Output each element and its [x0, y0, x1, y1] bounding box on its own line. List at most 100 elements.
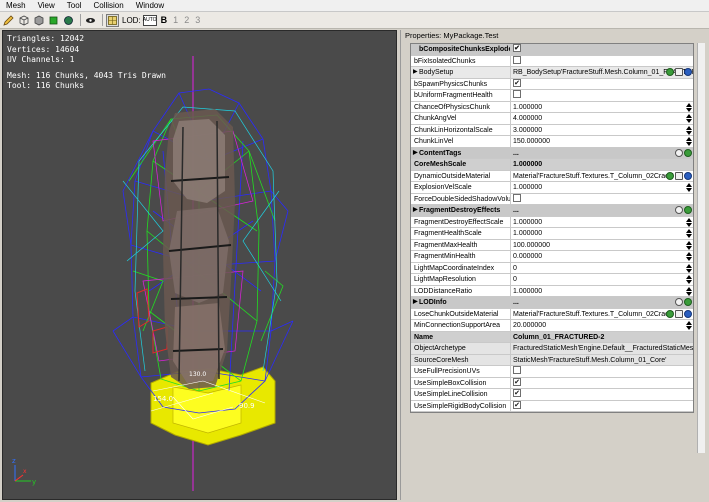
- use-selected-icon[interactable]: [666, 309, 674, 318]
- unchecked-checkbox[interactable]: [513, 90, 521, 99]
- property-value[interactable]: 0.000000: [511, 251, 693, 262]
- find-icon[interactable]: [684, 171, 692, 180]
- property-value[interactable]: ✔: [511, 377, 693, 389]
- clear-icon[interactable]: [675, 298, 683, 306]
- property-value[interactable]: 20.000000: [511, 320, 693, 331]
- checked-checkbox[interactable]: ✔: [513, 377, 521, 386]
- browse-icon[interactable]: [675, 68, 683, 76]
- spinner-arrows-icon[interactable]: [686, 286, 692, 296]
- property-value[interactable]: ...: [511, 148, 693, 159]
- property-value[interactable]: [511, 366, 693, 377]
- lod-base-button[interactable]: B: [161, 15, 168, 25]
- checked-checkbox[interactable]: ✔: [513, 400, 521, 409]
- property-value[interactable]: 1.000000: [511, 102, 693, 113]
- find-icon[interactable]: [684, 68, 692, 76]
- spinner-arrows-icon[interactable]: [686, 252, 692, 261]
- expand-arrow-icon[interactable]: ▶: [413, 205, 418, 216]
- use-selected-icon[interactable]: [666, 171, 674, 180]
- properties-scrollbar[interactable]: [697, 43, 705, 453]
- property-value[interactable]: [511, 55, 693, 67]
- unchecked-checkbox[interactable]: [513, 55, 521, 64]
- property-row[interactable]: LoseChunkOutsideMaterial Material'Fractur…: [411, 308, 693, 320]
- spinner-arrows-icon[interactable]: [686, 137, 692, 146]
- lod-auto-button[interactable]: AUTO: [142, 14, 157, 26]
- unchecked-checkbox[interactable]: [513, 366, 521, 375]
- lod-3-button[interactable]: 3: [195, 15, 200, 25]
- checked-checkbox[interactable]: ✔: [513, 44, 521, 53]
- find-icon[interactable]: [684, 309, 692, 318]
- property-value[interactable]: 1.000000: [511, 228, 693, 239]
- property-row[interactable]: FragmentMinHealth 0.000000: [411, 251, 693, 263]
- property-row[interactable]: bSpawnPhysicsChunks ✔: [411, 78, 693, 90]
- property-row[interactable]: ChunkLinVel 150.000000: [411, 136, 693, 148]
- property-value[interactable]: Material'FractureStuff.Textures.T_Column…: [511, 309, 693, 320]
- menu-collision[interactable]: Collision: [87, 0, 129, 12]
- property-value[interactable]: 4.000000: [511, 113, 693, 124]
- property-row[interactable]: ObjectArchetype FracturedStaticMesh'Engin…: [411, 343, 693, 355]
- property-value[interactable]: RB_BodySetup'FractureStuff.Mesh.Column_0…: [511, 67, 693, 78]
- property-value[interactable]: 1.000000: [511, 182, 693, 193]
- pencil-icon[interactable]: [2, 14, 15, 27]
- spinner-arrows-icon[interactable]: [686, 321, 692, 330]
- mesh-viewport[interactable]: 154.0 90.9 130.0 z y x Triangles: 12042 …: [2, 30, 397, 500]
- property-row[interactable]: ▶ LODInfo...: [411, 297, 693, 309]
- spinner-arrows-icon[interactable]: [686, 240, 692, 250]
- sphere-icon[interactable]: [62, 14, 75, 27]
- property-row[interactable]: ▶ BodySetup RB_BodySetup'FractureStuff.Mes…: [411, 67, 693, 79]
- property-value[interactable]: 1.000000: [511, 286, 693, 297]
- property-row[interactable]: FragmentDestroyEffectScale 1.000000: [411, 216, 693, 228]
- add-icon[interactable]: [684, 148, 692, 157]
- property-value[interactable]: [511, 90, 693, 101]
- property-row[interactable]: UseFullPrecisionUVs: [411, 366, 693, 378]
- property-value[interactable]: ...: [511, 205, 693, 216]
- property-value[interactable]: 150.000000: [511, 136, 693, 147]
- expand-arrow-icon[interactable]: ▶: [413, 67, 418, 78]
- property-row[interactable]: ▶ FragmentDestroyEffects...: [411, 205, 693, 217]
- property-row[interactable]: bFixIsolatedChunks: [411, 55, 693, 67]
- checked-checkbox[interactable]: ✔: [513, 389, 521, 398]
- property-value[interactable]: ...: [511, 297, 693, 308]
- property-row[interactable]: ExplosionVelScale 1.000000: [411, 182, 693, 194]
- lod-2-button[interactable]: 2: [184, 15, 189, 25]
- property-value[interactable]: [511, 193, 693, 205]
- property-row[interactable]: ChunkAngVel 4.000000: [411, 113, 693, 125]
- property-row[interactable]: UseSimpleBoxCollision ✔: [411, 377, 693, 389]
- clear-icon[interactable]: [675, 206, 683, 214]
- menu-tool[interactable]: Tool: [61, 0, 88, 12]
- property-value[interactable]: 3.000000: [511, 125, 693, 136]
- property-row[interactable]: DynamicOutsideMaterial Material'FractureS…: [411, 170, 693, 182]
- expand-arrow-icon[interactable]: ▶: [413, 297, 418, 308]
- property-value[interactable]: ✔: [511, 78, 693, 90]
- solid-cube-icon[interactable]: [32, 14, 45, 27]
- property-value[interactable]: Material'FractureStuff.Textures.T_Column…: [511, 171, 693, 182]
- property-value[interactable]: 0: [511, 274, 693, 285]
- property-value[interactable]: 0: [511, 263, 693, 274]
- spinner-arrows-icon[interactable]: [686, 183, 692, 192]
- property-row[interactable]: SourceCoreMesh StaticMesh'FractureStuff.M…: [411, 354, 693, 366]
- property-row[interactable]: MinConnectionSupportArea 20.000000: [411, 320, 693, 332]
- clear-icon[interactable]: [675, 148, 683, 157]
- property-row[interactable]: ChunkLinHorizontalScale 3.000000: [411, 124, 693, 136]
- property-row[interactable]: FragmentHealthScale 1.000000: [411, 228, 693, 240]
- add-icon[interactable]: [684, 298, 692, 306]
- property-value[interactable]: StaticMesh'FractureStuff.Mesh.Column_01_…: [511, 355, 693, 366]
- property-row[interactable]: ChanceOfPhysicsChunk 1.000000: [411, 101, 693, 113]
- property-row[interactable]: UseSimpleRigidBodyCollision ✔: [411, 400, 693, 412]
- browse-icon[interactable]: [675, 309, 683, 318]
- menu-view[interactable]: View: [32, 0, 61, 12]
- expand-arrow-icon[interactable]: ▶: [413, 148, 418, 159]
- green-square-icon[interactable]: [47, 14, 60, 27]
- spinner-arrows-icon[interactable]: [686, 229, 692, 238]
- property-value[interactable]: Column_01_FRACTURED-2: [511, 332, 693, 343]
- menu-mesh[interactable]: Mesh: [0, 0, 32, 12]
- property-value[interactable]: 100.000000: [511, 240, 693, 251]
- property-value[interactable]: ✔: [511, 44, 693, 55]
- property-row[interactable]: LODDistanceRatio 1.000000: [411, 285, 693, 297]
- property-value[interactable]: 1.000000: [511, 159, 693, 170]
- property-row[interactable]: LightMapResolution 0: [411, 274, 693, 286]
- property-row[interactable]: Name Column_01_FRACTURED-2: [411, 331, 693, 343]
- property-row[interactable]: bUniformFragmentHealth: [411, 90, 693, 102]
- wireframe-cube-icon[interactable]: [17, 14, 30, 27]
- lod-1-button[interactable]: 1: [173, 15, 178, 25]
- property-value[interactable]: FracturedStaticMesh'Engine.Default__Frac…: [511, 343, 693, 354]
